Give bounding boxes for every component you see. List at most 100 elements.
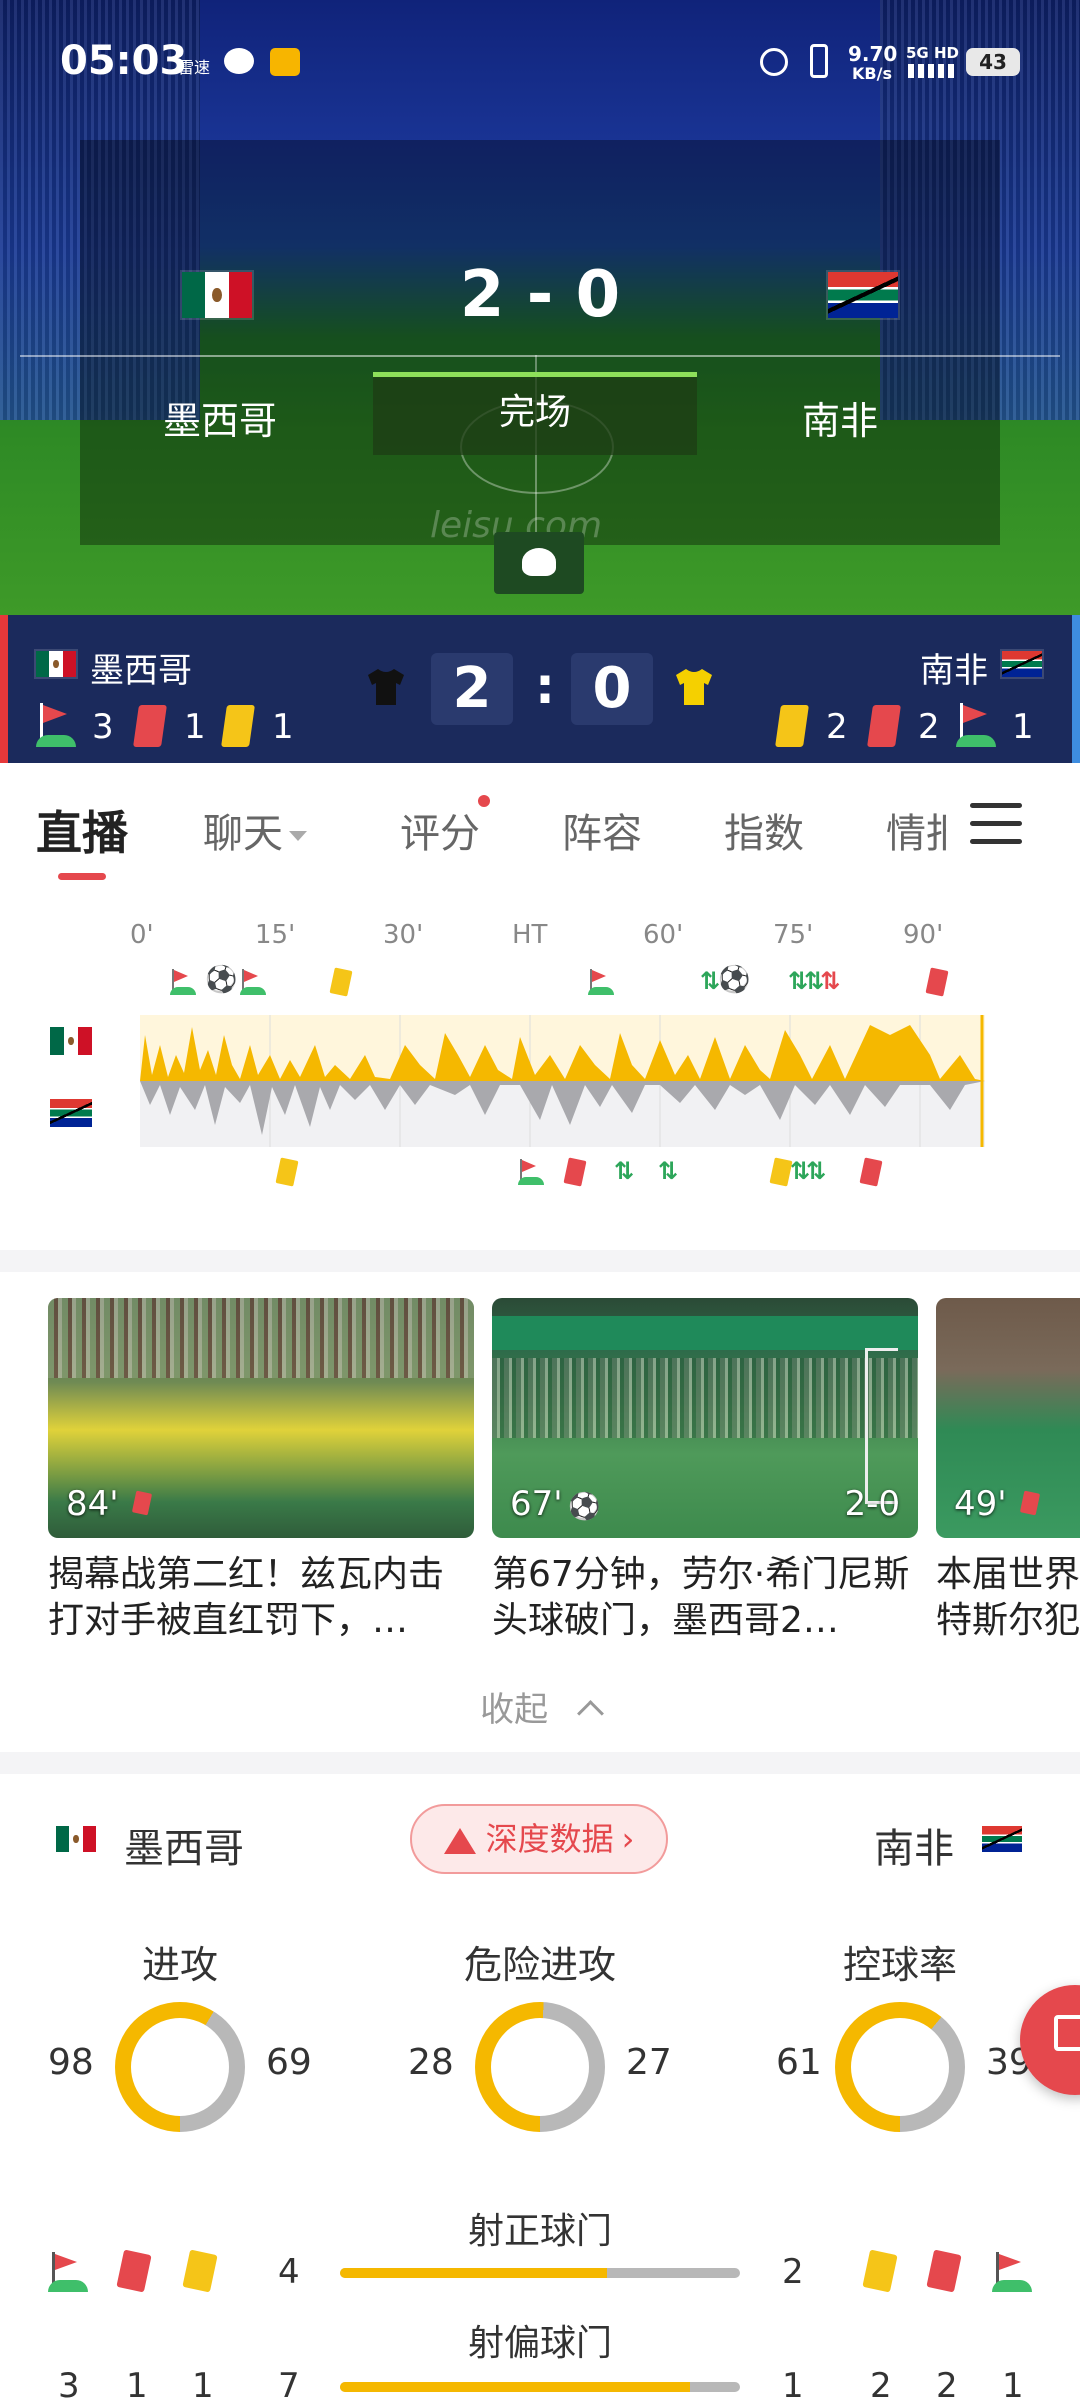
substitution-icon: ⇅⇅⇅ (788, 967, 840, 995)
menu-icon[interactable] (970, 803, 1022, 845)
bar-home-value: 4 (278, 2252, 300, 2292)
network-speed: 9.70 (848, 42, 898, 66)
fans-button[interactable] (494, 532, 584, 594)
chevron-up-icon (576, 1700, 604, 1727)
home-red-cards: 1 (184, 707, 206, 747)
red-card-icon (133, 705, 167, 747)
attack-donut-chart (115, 2002, 245, 2132)
video-title: 第67分钟，劳尔·希门尼斯头球破门，墨西哥2… (492, 1554, 910, 1641)
tab-live[interactable]: 直播 (36, 797, 128, 863)
home-flag-icon (36, 651, 76, 677)
home-corner-count: 3 (58, 2366, 80, 2406)
home-corners: 3 (92, 707, 114, 747)
away-yellow-count: 2 (870, 2366, 892, 2406)
tab-rating[interactable]: 评分 (400, 795, 490, 859)
stat-title: 进攻 (141, 1943, 218, 1987)
video-minute: 84' (66, 1484, 119, 1524)
bar-away-value: 1 (782, 2366, 804, 2406)
collapse-button[interactable]: 收起 (0, 1682, 1080, 1731)
signal-icon (908, 64, 956, 78)
away-score: 0 (571, 653, 653, 725)
corner-event-icon (518, 1159, 544, 1185)
stat-title: 危险进攻 (463, 1943, 616, 1987)
highlight-videos: 84' 揭幕战第二红！兹瓦内击打对手被直红罚下，… 67' ⚽ 2-0 第67分… (0, 1272, 1080, 1752)
bar-stat-title: 射偏球门 (467, 2323, 612, 2364)
home-yellow-cards: 1 (272, 707, 294, 747)
deep-data-label: 深度数据 (485, 1820, 614, 1858)
stats-home-team: 墨西哥 (124, 1826, 244, 1872)
yellow-card-icon (221, 705, 255, 747)
stat-home-value: 61 (776, 2042, 822, 2083)
possession-donut-chart (835, 2002, 965, 2132)
tab-chat[interactable]: 聊天 (203, 801, 307, 859)
away-corners: 1 (1012, 707, 1034, 747)
home-flag-icon (56, 1826, 96, 1852)
home-flag-icon (50, 1027, 92, 1055)
mexico-flag (182, 272, 252, 318)
tab-odds[interactable]: 指数 (724, 801, 804, 859)
mail-icon (270, 48, 300, 76)
timeline-tick: 15' (255, 920, 296, 950)
away-corner-count: 1 (1002, 2366, 1024, 2406)
stat-away-value: 27 (626, 2042, 672, 2083)
score-bar: 墨西哥 3 1 1 2 : 0 南非 2 2 1 (0, 615, 1080, 763)
video-card[interactable]: 67' ⚽ 2-0 第67分钟，劳尔·希门尼斯头球破门，墨西哥2… (492, 1298, 918, 1644)
edit-icon (1054, 2015, 1080, 2051)
red-card-icon (926, 2249, 962, 2293)
away-yellow-cards: 2 (826, 707, 848, 747)
home-yellow-count: 1 (192, 2366, 214, 2406)
collapse-label: 收起 (480, 1690, 549, 1730)
video-score: 2-0 (844, 1484, 900, 1524)
timeline-tick: 30' (383, 920, 424, 950)
home-jersey-icon (368, 669, 404, 705)
active-tab-indicator (58, 873, 106, 880)
red-card-event-icon (563, 1157, 587, 1187)
warning-triangle-icon (443, 1828, 476, 1854)
video-card[interactable]: 84' 揭幕战第二红！兹瓦内击打对手被直红罚下，… (48, 1298, 474, 1644)
bar-stat-title: 射正球门 (467, 2211, 612, 2252)
red-card-icon (1019, 1490, 1041, 1516)
video-thumbnail: 84' (48, 1298, 474, 1538)
stat-away-value: 69 (266, 2042, 312, 2083)
scoreboard-panel: 2 - 0 墨西哥 南非 完场 leisu.com (20, 140, 1060, 546)
tab-intel[interactable]: 情报 (886, 801, 946, 859)
hero-away-team: 南非 (801, 399, 878, 443)
status-bar: 05:03 雷速 9.70 KB/s 5G HD 43 (0, 0, 1080, 120)
corner-event-icon (588, 969, 614, 995)
video-thumbnail: 67' ⚽ 2-0 (492, 1298, 918, 1538)
hero-score: 2 - 0 (459, 258, 621, 332)
red-card-event-icon (925, 967, 949, 997)
bar-away-value: 2 (782, 2252, 804, 2292)
stat-home-value: 28 (408, 2042, 454, 2083)
corner-flag-icon (48, 2252, 88, 2292)
goal-ball-icon: ⚽ (205, 965, 238, 995)
tab-chat-label: 聊天 (203, 811, 283, 857)
corner-flag-icon (992, 2252, 1032, 2292)
alarm-icon (760, 48, 788, 76)
match-timeline: 0' 15' 30' HT 60' 75' 90' ⚽ ⇅ ⚽ ⇅⇅⇅ ⇅ ⇅ … (0, 885, 1080, 1250)
shots-on-target-fill (340, 2268, 607, 2278)
deep-data-button[interactable]: 深度数据 › (410, 1804, 668, 1874)
home-red-count: 1 (126, 2366, 148, 2406)
status-app-label: 雷速 (178, 58, 211, 77)
substitution-icon: ⇅⇅ (790, 1157, 826, 1185)
battery-icon: 43 (966, 48, 1020, 76)
timeline-tick: 75' (773, 920, 814, 950)
timeline-tick: 90' (903, 920, 944, 950)
south-africa-flag (828, 272, 898, 318)
substitution-icon: ⇅ (700, 967, 720, 995)
substitution-icon: ⇅ (614, 1157, 634, 1185)
timeline-tick: HT (512, 920, 548, 950)
tab-rating-label: 评分 (400, 811, 480, 857)
signal-label: 5G HD (906, 44, 959, 62)
tab-bar: 直播 聊天 评分 阵容 指数 情报 (0, 763, 1080, 885)
away-jersey-icon (676, 669, 712, 705)
corner-flag-icon (956, 703, 996, 747)
stat-title: 控球率 (842, 1943, 957, 1987)
tab-lineup[interactable]: 阵容 (562, 801, 642, 859)
technical-stats: 墨西哥 深度数据 › 南非 进攻 98 69 危险进攻 28 27 控球率 61 … (0, 1774, 1080, 2408)
goal-ball-icon: ⚽ (568, 1492, 601, 1522)
corner-event-icon (240, 969, 266, 995)
vibrate-icon (810, 44, 828, 78)
video-card[interactable]: 49' 本届世界杯首张红牌！蒙特斯尔犯规破… (936, 1298, 1080, 1644)
